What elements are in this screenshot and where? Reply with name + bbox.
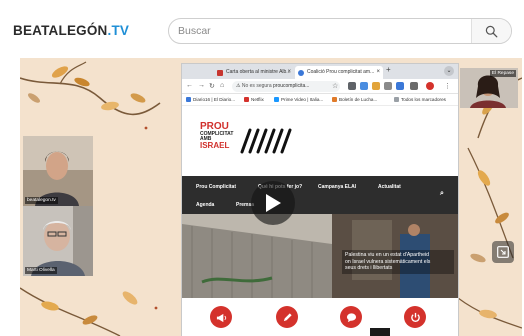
nav-item[interactable]: Actualitat xyxy=(378,184,401,190)
bookmark-star-icon[interactable]: ☆ xyxy=(332,82,338,90)
video-player[interactable]: beatalegon.tv Marti Olivella El Repase C… xyxy=(20,58,522,336)
address-bar[interactable]: ⚠ No es segura proucomplicita... xyxy=(232,81,340,92)
search-icon[interactable]: ⌕ xyxy=(440,190,444,198)
logo-text: PROU COMPLICITAT AMB ISRAEL xyxy=(200,122,233,150)
bookmark-label: Netflix xyxy=(251,97,264,102)
video-control-strip xyxy=(370,328,390,336)
browser-tab-active[interactable]: Coalició Prou complicitat am... × xyxy=(295,66,383,79)
browser-toolbar: ← → ↻ ⌂ ⚠ No es segura proucomplicita...… xyxy=(182,79,458,94)
browser-tab-bar: Carta oberta al ministre Alb... × Coalic… xyxy=(182,64,458,79)
nav-item[interactable]: Prou Complicitat xyxy=(196,184,236,190)
action-icons-row xyxy=(182,298,458,336)
participant-tile-1: beatalegon.tv xyxy=(23,136,93,206)
not-secure-icon: ⚠ xyxy=(236,83,241,89)
search-input[interactable] xyxy=(169,19,473,43)
bookmark-item[interactable]: Netflix xyxy=(244,96,264,104)
bookmark-item[interactable]: Todos los marcadores xyxy=(394,96,446,104)
not-secure-label: No es segura xyxy=(241,83,272,89)
hero-caption: Palestina viu en un estat d'Apartheid on… xyxy=(342,250,454,274)
chat-bubble-icon xyxy=(346,312,356,322)
webpage-nav: Prou Complicitat Qué hi pots fer jo? Cam… xyxy=(182,176,458,214)
bookmark-favicon-icon xyxy=(332,97,337,102)
extension-icon[interactable] xyxy=(410,82,418,90)
site-header: BEATALEGÓN.TV xyxy=(0,0,524,58)
chat-button[interactable] xyxy=(340,306,362,328)
forward-icon[interactable]: → xyxy=(198,82,205,89)
bookmark-favicon-icon xyxy=(274,97,279,102)
participant-label: El Repase xyxy=(489,70,516,77)
search-bar xyxy=(168,18,512,44)
site-logo-name: BEATALEGÓN xyxy=(13,23,108,38)
bookmark-label: Boletín de Lucha... xyxy=(339,97,378,102)
bookmark-item[interactable]: Prime Video | Italia... xyxy=(274,96,323,104)
site-logo[interactable]: BEATALEGÓN.TV xyxy=(13,23,129,38)
nav-item[interactable]: Agenda xyxy=(196,202,214,208)
browser-tab-title: Coalició Prou complicitat am... xyxy=(307,69,375,75)
play-button[interactable] xyxy=(251,181,295,225)
logo-bars-graphic xyxy=(240,128,292,154)
browser-menu-icon[interactable]: ⋮ xyxy=(444,82,451,90)
play-icon xyxy=(266,194,281,212)
megaphone-button[interactable] xyxy=(210,306,232,328)
extension-icon[interactable] xyxy=(372,82,380,90)
address-url: proucomplicita... xyxy=(273,83,310,89)
power-button[interactable] xyxy=(404,306,426,328)
browser-tab-title: Carta oberta al ministre Alb... xyxy=(226,69,291,75)
prou-complicitat-logo[interactable]: PROU COMPLICITAT AMB ISRAEL xyxy=(200,122,292,162)
bookmark-favicon-icon xyxy=(186,97,191,102)
participant-video-2 xyxy=(23,206,93,276)
bookmark-favicon-icon xyxy=(244,97,249,102)
picture-in-picture-icon xyxy=(497,246,509,258)
bookmark-label: Todos los marcadores xyxy=(401,97,446,102)
back-icon[interactable]: ← xyxy=(186,82,193,89)
pencil-icon xyxy=(283,312,292,321)
reload-icon[interactable]: ↻ xyxy=(209,82,215,90)
participant-tile-3: El Repase xyxy=(460,68,518,108)
bookmark-label: Diario16 | El Diario... xyxy=(193,97,236,102)
megaphone-icon xyxy=(216,313,226,322)
participant-label: Marti Olivella xyxy=(25,267,57,274)
picture-in-picture-button[interactable] xyxy=(492,241,514,263)
tab-search-icon[interactable]: ⌄ xyxy=(444,66,454,76)
tab-favicon-icon xyxy=(298,70,304,76)
bookmark-label: Prime Video | Italia... xyxy=(281,97,324,102)
extension-icon[interactable] xyxy=(384,82,392,90)
bookmarks-bar: Diario16 | El Diario... Netflix Prime Vi… xyxy=(182,94,458,106)
extension-icon[interactable] xyxy=(348,82,356,90)
logo-line: ISRAEL xyxy=(200,141,230,150)
pencil-button[interactable] xyxy=(276,306,298,328)
browser-tab[interactable]: Carta oberta al ministre Alb... × xyxy=(214,66,294,79)
bookmark-item[interactable]: Diario16 | El Diario... xyxy=(186,96,235,104)
participant-video-1 xyxy=(23,136,93,206)
participant-tile-2: Marti Olivella xyxy=(23,206,93,276)
folder-icon xyxy=(394,97,399,102)
extension-icon[interactable] xyxy=(360,82,368,90)
power-icon xyxy=(410,312,420,322)
bookmark-item[interactable]: Boletín de Lucha... xyxy=(332,96,377,104)
profile-icon[interactable] xyxy=(426,82,434,90)
search-button[interactable] xyxy=(471,19,511,43)
shared-browser-window: Carta oberta al ministre Alb... × Coalic… xyxy=(182,64,458,336)
extension-icon[interactable] xyxy=(396,82,404,90)
hero-caption-line: seus drets i llibertats xyxy=(345,265,393,271)
site-logo-tld: .TV xyxy=(107,23,130,38)
new-tab-button[interactable]: + xyxy=(386,65,391,74)
prou-complicitat-webpage: PROU COMPLICITAT AMB ISRAEL Prou Complic… xyxy=(182,106,458,336)
close-tab-icon[interactable]: × xyxy=(287,66,291,79)
hero-image[interactable]: Palestina viu en un estat d'Apartheid on… xyxy=(182,214,458,298)
close-tab-icon[interactable]: × xyxy=(376,66,380,79)
home-icon[interactable]: ⌂ xyxy=(220,82,224,89)
search-icon xyxy=(485,25,498,37)
tab-favicon-icon xyxy=(217,70,223,76)
participant-label: beatalegon.tv xyxy=(25,197,58,204)
nav-item[interactable]: Campanya ELAI xyxy=(318,184,356,190)
